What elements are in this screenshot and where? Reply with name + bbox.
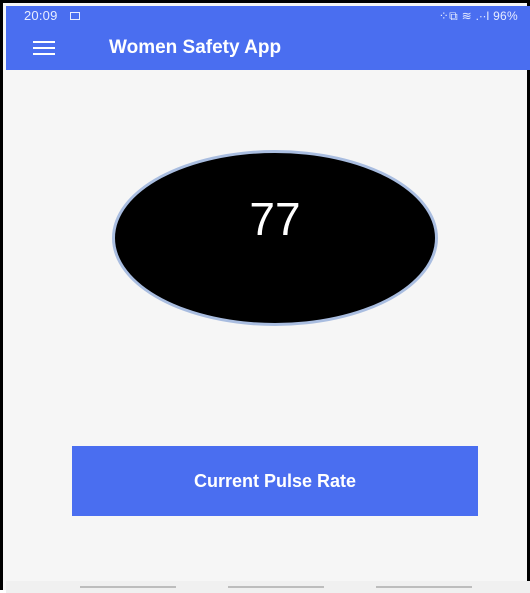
status-time: 20:09 [24,8,58,23]
app-title: Women Safety App [109,37,282,58]
nav-back-indicator[interactable] [376,586,472,588]
gallery-notification-icon [70,12,80,20]
nav-recents-indicator[interactable] [80,586,176,588]
status-bar: 20:09 ⁘⧉ ≋ .∙∙l 96% [6,6,530,26]
pulse-rate-display: 77 [115,153,435,323]
app-bar: Women Safety App [6,26,530,70]
status-indicators: ⁘⧉ ≋ .∙∙l 96% [439,6,518,26]
current-pulse-rate-button[interactable]: Current Pulse Rate [72,446,478,516]
hamburger-menu-icon[interactable] [33,41,55,55]
pulse-rate-value: 77 [249,193,301,245]
signal-wifi-battery-text: ⁘⧉ ≋ .∙∙l 96% [438,9,518,23]
app-screen: 20:09 ⁘⧉ ≋ .∙∙l 96% Women Safety App 77 … [0,0,530,593]
nav-home-indicator[interactable] [228,586,324,588]
system-navigation-bar [6,581,530,593]
